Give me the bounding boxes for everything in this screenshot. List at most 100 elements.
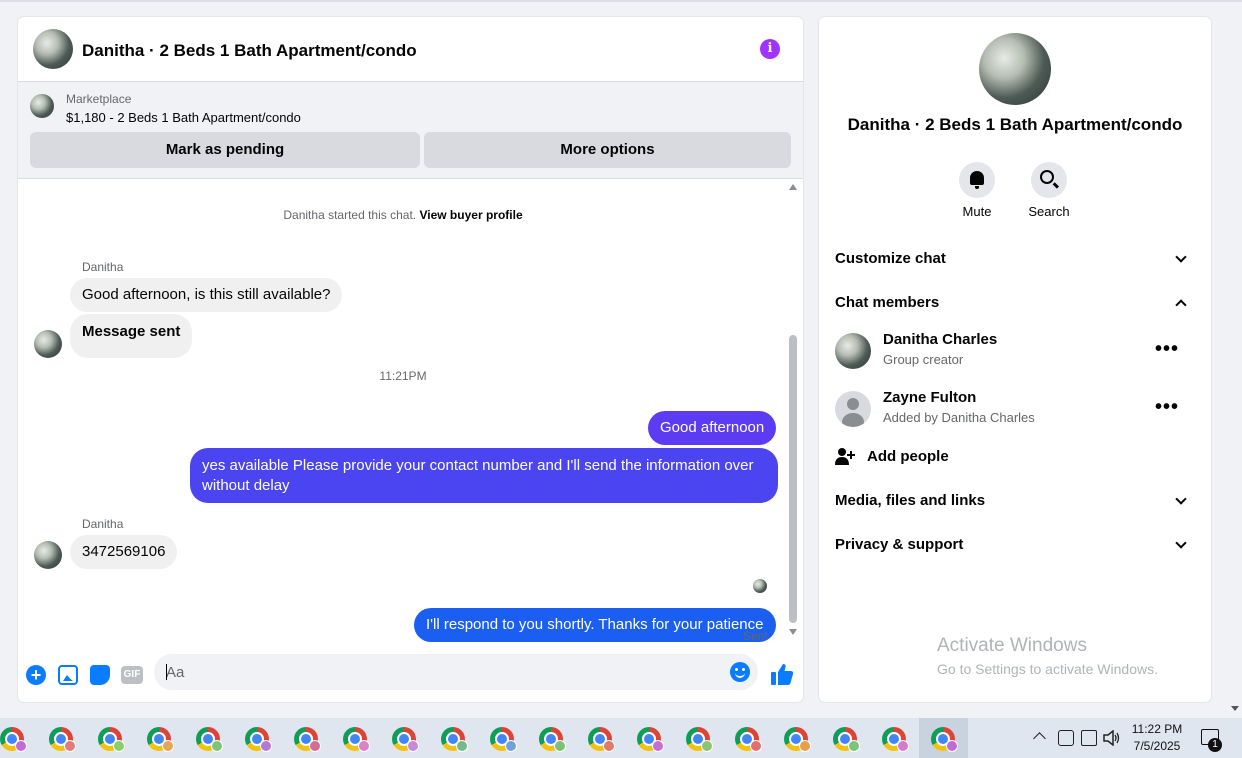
profile-badge-icon — [211, 740, 223, 752]
system-message: Danitha started this chat. View buyer pr… — [18, 208, 788, 222]
section-label: Customize chat — [835, 250, 946, 267]
windows-taskbar: 11:22 PM 7/5/2025 1 — [0, 718, 1242, 758]
text-cursor — [166, 664, 167, 680]
chat-header: Danitha · 2 Beds 1 Bath Apartment/condo … — [18, 17, 803, 82]
volume-icon[interactable] — [1103, 730, 1121, 746]
chrome-taskbar-button[interactable] — [86, 718, 135, 758]
chrome-taskbar-button[interactable] — [576, 718, 625, 758]
scroll-up-arrow-icon[interactable] — [789, 184, 797, 190]
member-row[interactable]: Danitha Charles Group creator ••• — [835, 331, 1195, 371]
chrome-taskbar-button[interactable] — [331, 718, 380, 758]
chevron-down-icon — [1175, 251, 1187, 263]
more-options-icon[interactable]: ••• — [1155, 339, 1179, 359]
privacy-support-section[interactable]: Privacy & support — [835, 530, 1195, 560]
listing-price[interactable]: $1,180 - 2 Beds 1 Bath Apartment/condo — [66, 110, 301, 125]
view-buyer-profile-link[interactable]: View buyer profile — [419, 208, 522, 222]
chrome-taskbar-button[interactable] — [919, 718, 968, 758]
message-input-container[interactable] — [154, 654, 758, 690]
profile-badge-icon — [946, 740, 958, 752]
mark-pending-button[interactable]: Mark as pending — [30, 132, 420, 168]
more-options-button[interactable]: More options — [424, 132, 791, 168]
chrome-taskbar-button[interactable] — [674, 718, 723, 758]
chrome-taskbar-button[interactable] — [380, 718, 429, 758]
chrome-taskbar-button[interactable] — [723, 718, 772, 758]
profile-badge-icon — [701, 740, 713, 752]
message-bubble-outgoing[interactable]: yes available Please provide your contac… — [190, 448, 778, 503]
message-bubble-outgoing[interactable]: I'll respond to you shortly. Thanks for … — [414, 608, 776, 642]
chrome-taskbar-button[interactable] — [821, 718, 870, 758]
chrome-taskbar-button[interactable] — [0, 718, 37, 758]
profile-badge-icon — [554, 740, 566, 752]
message-bubble-incoming[interactable]: 3472569106 — [70, 535, 178, 569]
chrome-taskbar-button[interactable] — [233, 718, 282, 758]
chat-info-panel: Danitha · 2 Beds 1 Bath Apartment/condo … — [819, 17, 1211, 702]
profile-badge-icon — [407, 740, 419, 752]
chrome-taskbar-button[interactable] — [625, 718, 674, 758]
sender-avatar[interactable] — [34, 330, 62, 358]
media-files-links-section[interactable]: Media, files and links — [835, 486, 1195, 516]
plus-icon[interactable]: + — [26, 665, 46, 685]
add-people-button[interactable]: Add people — [835, 445, 1195, 469]
add-person-icon — [835, 448, 855, 465]
sent-status: Sent — [743, 629, 768, 643]
chevron-down-icon — [1175, 537, 1187, 549]
chat-members-section[interactable]: Chat members — [835, 288, 1195, 318]
customize-chat-section[interactable]: Customize chat — [835, 244, 1195, 274]
scroll-down-arrow-icon[interactable] — [789, 629, 797, 635]
member-row[interactable]: Zayne Fulton Added by Danitha Charles ••… — [835, 389, 1195, 429]
message-composer: + GIF — [18, 647, 803, 702]
marketplace-banner: Marketplace $1,180 - 2 Beds 1 Bath Apart… — [18, 82, 803, 179]
message-scrollbar[interactable] — [789, 179, 799, 647]
mute-button[interactable]: Mute — [942, 162, 1012, 219]
member-avatar[interactable] — [835, 391, 871, 427]
emoji-icon[interactable] — [730, 662, 750, 682]
sender-avatar[interactable] — [34, 541, 62, 569]
chrome-taskbar-button[interactable] — [870, 718, 919, 758]
seen-indicator-avatar — [753, 579, 767, 593]
chrome-taskbar-button[interactable] — [184, 718, 233, 758]
timestamp-divider: 11:21PM — [379, 369, 427, 383]
section-label: Media, files and links — [835, 492, 986, 509]
chrome-taskbar-button[interactable] — [282, 718, 331, 758]
more-options-icon[interactable]: ••• — [1155, 397, 1179, 417]
listing-profile-avatar[interactable] — [979, 33, 1051, 105]
chrome-taskbar-button[interactable] — [772, 718, 821, 758]
profile-badge-icon — [799, 740, 811, 752]
profile-badge-icon — [113, 740, 125, 752]
chrome-taskbar-button[interactable] — [527, 718, 576, 758]
meet-now-icon[interactable] — [1058, 730, 1074, 746]
system-clock[interactable]: 11:22 PM 7/5/2025 — [1122, 721, 1192, 755]
listing-avatar[interactable] — [33, 29, 73, 69]
page-scroll-down-arrow-icon[interactable] — [1231, 706, 1239, 711]
chrome-taskbar-button[interactable] — [429, 718, 478, 758]
profile-badge-icon — [897, 740, 909, 752]
info-icon[interactable]: i — [760, 39, 780, 59]
network-icon[interactable] — [1081, 730, 1097, 746]
profile-badge-icon — [505, 740, 517, 752]
scroll-thumb[interactable] — [789, 335, 797, 623]
show-hidden-icons-icon[interactable] — [1033, 732, 1046, 745]
photo-icon[interactable] — [58, 665, 78, 685]
sender-name: Danitha — [82, 260, 124, 274]
clock-date: 7/5/2025 — [1133, 739, 1181, 753]
message-bubble-incoming[interactable]: Message sent — [70, 314, 193, 358]
listing-thumbnail[interactable] — [30, 94, 54, 118]
thumbs-up-icon[interactable] — [770, 662, 794, 686]
system-text: Danitha started this chat. — [283, 208, 417, 222]
chevron-down-icon — [1175, 493, 1187, 505]
message-bubble-incoming[interactable]: Good afternoon, is this still available? — [70, 278, 343, 312]
chevron-up-icon — [1175, 299, 1187, 311]
message-input[interactable] — [166, 654, 716, 690]
chat-title[interactable]: Danitha · 2 Beds 1 Bath Apartment/condo — [82, 41, 417, 61]
sticker-icon[interactable] — [90, 665, 110, 685]
chrome-taskbar-button[interactable] — [37, 718, 86, 758]
search-button[interactable]: Search — [1014, 162, 1084, 219]
chrome-taskbar-button[interactable] — [135, 718, 184, 758]
profile-badge-icon — [750, 740, 762, 752]
message-bubble-outgoing[interactable]: Good afternoon — [648, 411, 777, 445]
member-avatar[interactable] — [835, 333, 871, 369]
chrome-taskbar-button[interactable] — [478, 718, 527, 758]
search-label: Search — [1028, 204, 1070, 219]
member-name: Zayne Fulton — [883, 389, 977, 406]
gif-icon[interactable]: GIF — [121, 666, 143, 684]
